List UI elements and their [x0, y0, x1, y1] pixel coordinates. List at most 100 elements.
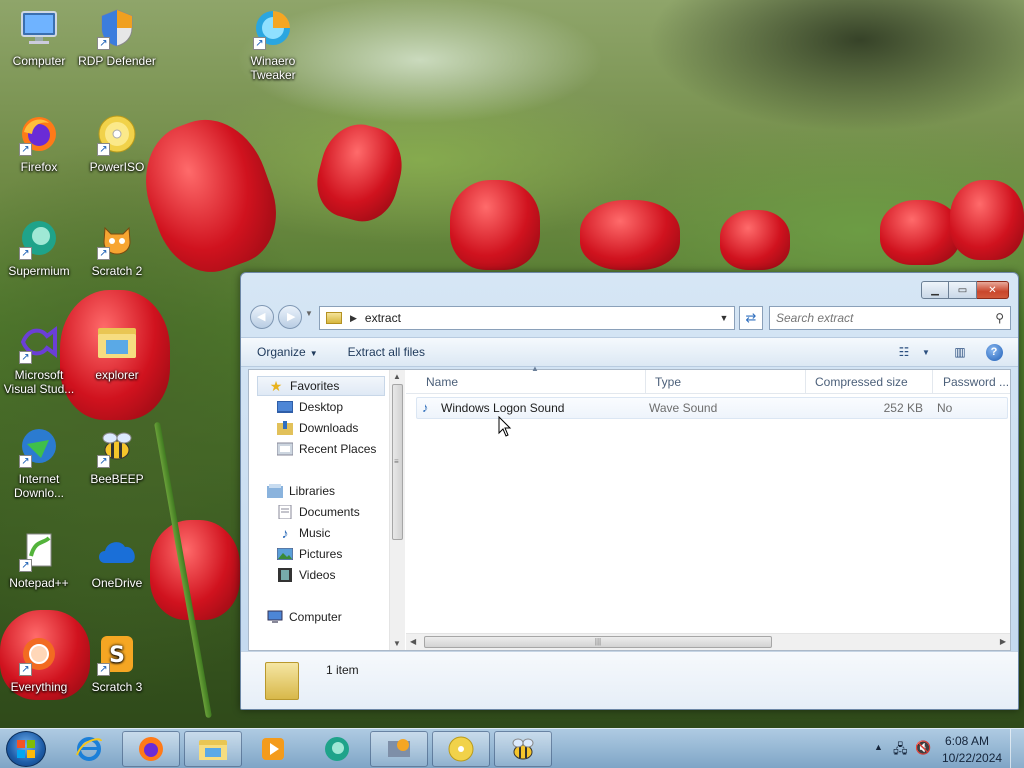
- taskbar-media-player[interactable]: [244, 731, 302, 767]
- change-view-button[interactable]: ☷: [894, 343, 914, 361]
- file-type: Wave Sound: [649, 401, 718, 415]
- desktop-icon-notepad-plus-plus[interactable]: ↗ Notepad++: [0, 528, 78, 590]
- minimize-button[interactable]: ▁: [921, 281, 949, 299]
- desktop-icon-visual-studio[interactable]: ↗ Microsoft Visual Stud...: [0, 320, 78, 396]
- address-dropdown-button[interactable]: ▼: [714, 313, 734, 323]
- extract-all-files-button[interactable]: Extract all files: [348, 345, 425, 359]
- maximize-button[interactable]: ▭: [949, 281, 977, 299]
- help-button[interactable]: ?: [984, 343, 1004, 361]
- media-player-icon: [262, 738, 284, 760]
- scroll-right-icon[interactable]: ▶: [1000, 637, 1006, 646]
- taskbar-internet-explorer[interactable]: [60, 731, 118, 767]
- shortcut-arrow-icon: ↗: [19, 663, 32, 676]
- recent-pages-dropdown[interactable]: ▼: [305, 309, 313, 318]
- scroll-down-icon[interactable]: ▼: [393, 639, 401, 648]
- volume-muted-icon[interactable]: 🔇: [915, 740, 931, 756]
- column-header-type[interactable]: Type: [645, 370, 806, 394]
- explorer-icon: [199, 740, 227, 760]
- nav-pictures[interactable]: Pictures: [277, 547, 342, 561]
- music-note-icon: ♪: [281, 525, 289, 541]
- nav-favorites[interactable]: ★ Favorites: [257, 376, 385, 396]
- file-list-pane: Name ▲ Type Compressed size Password ...…: [406, 364, 1013, 650]
- nav-documents[interactable]: Documents: [277, 505, 360, 519]
- desktop-icon-internet-download-manager[interactable]: ↗ Internet Downlo...: [0, 424, 78, 500]
- nav-music[interactable]: ♪ Music: [277, 525, 331, 541]
- item-count: 1 item: [326, 663, 359, 677]
- taskbar-firefox[interactable]: [122, 731, 180, 767]
- clock-date[interactable]: 10/22/2024: [942, 751, 1002, 765]
- taskbar-winaero[interactable]: [370, 731, 428, 767]
- navigation-scrollbar[interactable]: ▲ ≡ ▼: [389, 370, 405, 650]
- scroll-up-icon[interactable]: ▲: [393, 372, 401, 381]
- desktop-icon-beebeep[interactable]: ↗ BeeBEEP: [78, 424, 156, 486]
- taskbar: ▲ 🖧 🔇 6:08 AM 10/22/2024: [0, 728, 1024, 768]
- tulip-decoration: [580, 200, 680, 270]
- desktop-icon-poweriso[interactable]: ↗ PowerISO: [78, 112, 156, 174]
- desktop-icon-computer[interactable]: Computer: [0, 6, 78, 68]
- videos-icon: [277, 568, 293, 582]
- taskbar-supermium[interactable]: [308, 731, 366, 767]
- scroll-thumb[interactable]: |||: [424, 636, 772, 648]
- nav-downloads[interactable]: Downloads: [277, 421, 358, 435]
- nav-videos[interactable]: Videos: [277, 568, 335, 582]
- desktop-icon-everything[interactable]: ↗ Everything: [0, 632, 78, 694]
- command-bar: Organize ▼ Extract all files ☷ ▼ ▥ ?: [241, 337, 1018, 367]
- recent-places-icon: [277, 442, 293, 456]
- clock-time[interactable]: 6:08 AM: [945, 734, 989, 748]
- back-button[interactable]: ◀: [250, 305, 274, 329]
- scroll-left-icon[interactable]: ◀: [410, 637, 416, 646]
- refresh-button[interactable]: ⇄: [739, 306, 763, 330]
- nav-computer[interactable]: Computer: [267, 610, 342, 624]
- view-options-dropdown[interactable]: ▼: [916, 343, 936, 361]
- address-bar[interactable]: ▶ extract ▼: [319, 306, 735, 330]
- desktop-icon-scratch-3[interactable]: S ↗ Scratch 3: [78, 632, 156, 694]
- explorer-window[interactable]: ▁ ▭ ✕ ◀ ▶ ▼ ▶ extract ▼ ⇄ ⚲ Organize▼ Ex…: [240, 272, 1019, 710]
- show-desktop-button[interactable]: [1010, 729, 1024, 768]
- winaero-icon: [388, 739, 410, 757]
- taskbar-beebeep[interactable]: [494, 731, 552, 767]
- shortcut-arrow-icon: ↗: [253, 37, 266, 50]
- scratch-s-icon: S ↗: [95, 632, 139, 676]
- horizontal-scrollbar[interactable]: ◀ ||| ▶: [406, 633, 1010, 650]
- search-input[interactable]: [776, 311, 996, 325]
- show-hidden-icons-button[interactable]: ▲: [874, 742, 883, 752]
- refresh-icon: ⇄: [745, 310, 757, 325]
- libraries-icon: [267, 484, 283, 498]
- taskbar-explorer[interactable]: [184, 731, 242, 767]
- desktop-icon-rdp-defender[interactable]: ↗ RDP Defender: [78, 6, 156, 68]
- preview-pane-button[interactable]: ▥: [950, 343, 970, 361]
- organize-button[interactable]: Organize ▼: [257, 345, 318, 359]
- sort-ascending-icon: ▲: [531, 364, 539, 373]
- tulip-decoration: [720, 210, 790, 270]
- desktop-icon-winaero-tweaker[interactable]: ↗ Winaero Tweaker: [234, 6, 312, 82]
- firefox-icon: ↗: [17, 112, 61, 156]
- desktop-icon-explorer[interactable]: explorer: [78, 320, 156, 382]
- internet-explorer-icon: [76, 737, 102, 761]
- help-icon: ?: [985, 343, 1003, 361]
- nav-libraries[interactable]: Libraries: [267, 484, 335, 498]
- scroll-thumb[interactable]: ≡: [392, 384, 403, 540]
- supermium-icon: ↗: [17, 216, 61, 260]
- nav-recent-places[interactable]: Recent Places: [277, 442, 376, 456]
- desktop-icon-firefox[interactable]: ↗ Firefox: [0, 112, 78, 174]
- taskbar-poweriso[interactable]: [432, 731, 490, 767]
- desktop-icon-scratch-2[interactable]: ↗ Scratch 2: [78, 216, 156, 278]
- network-icon[interactable]: 🖧: [893, 740, 908, 762]
- chevron-down-icon: ▼: [309, 349, 318, 358]
- column-header-name[interactable]: Name: [416, 370, 646, 394]
- breadcrumb-current[interactable]: extract: [365, 311, 401, 325]
- minimize-icon: ▁: [931, 284, 939, 296]
- close-button[interactable]: ✕: [977, 281, 1009, 299]
- breadcrumb-chevron-icon[interactable]: ▶: [350, 313, 357, 324]
- forward-button[interactable]: ▶: [278, 305, 302, 329]
- column-header-compressed-size[interactable]: Compressed size: [805, 370, 933, 394]
- nav-desktop[interactable]: Desktop: [277, 400, 343, 414]
- desktop-icon-onedrive[interactable]: OneDrive: [78, 528, 156, 590]
- search-box[interactable]: ⚲: [769, 306, 1011, 330]
- visual-studio-icon: ↗: [17, 320, 61, 364]
- window-titlebar[interactable]: ▁ ▭ ✕: [241, 273, 1018, 301]
- start-button[interactable]: [6, 731, 46, 767]
- desktop-icon-supermium[interactable]: ↗ Supermium: [0, 216, 78, 278]
- column-header-password[interactable]: Password ...: [933, 370, 1013, 394]
- shortcut-arrow-icon: ↗: [19, 247, 32, 260]
